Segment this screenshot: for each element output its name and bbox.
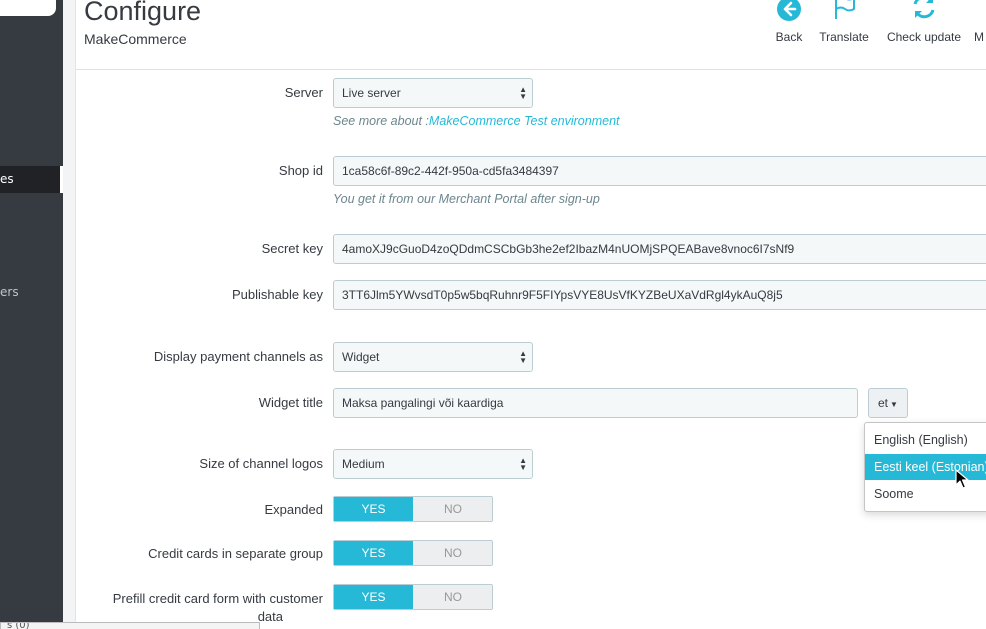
sidebar-item-label: es xyxy=(0,172,14,186)
prefill-label-line1: Prefill credit card form with customer xyxy=(112,591,323,606)
language-option-english[interactable]: English (English) xyxy=(865,427,986,453)
flag-icon xyxy=(835,0,855,19)
logo-size-label: Size of channel logos xyxy=(199,456,323,471)
shop-id-help: You get it from our Merchant Portal afte… xyxy=(333,192,600,206)
prefill-toggle[interactable]: YES NO xyxy=(333,584,493,610)
server-select-value: Live server xyxy=(342,86,401,100)
logo-size-value: Medium xyxy=(342,457,385,471)
widget-title-input[interactable]: Maksa pangalingi või kaardiga xyxy=(333,388,858,418)
expanded-label: Expanded xyxy=(264,502,323,517)
credit-cards-group-no-option[interactable]: NO xyxy=(414,541,492,565)
back-arrow-icon xyxy=(777,0,801,21)
shop-id-input[interactable]: 1ca58c6f-89c2-442f-950a-cd5fa3484397 xyxy=(333,156,986,186)
expanded-yes-option[interactable]: YES xyxy=(334,497,413,521)
sidebar: es ers xyxy=(0,0,63,629)
display-channels-value: Widget xyxy=(342,350,380,364)
expanded-no-option[interactable]: NO xyxy=(414,497,492,521)
page-subtitle: MakeCommerce xyxy=(84,31,187,47)
logo xyxy=(0,0,56,16)
shop-id-label: Shop id xyxy=(278,163,323,178)
language-dropdown-button[interactable]: et ▼ xyxy=(868,388,908,418)
widget-title-label: Widget title xyxy=(258,395,323,410)
server-label: Server xyxy=(284,85,323,100)
select-caret-icon: ▲ ▼ xyxy=(519,456,527,472)
back-button-label: Back xyxy=(775,30,803,44)
select-caret-icon: ▲ ▼ xyxy=(519,349,527,365)
logo-size-select[interactable]: Medium ▲ ▼ xyxy=(333,449,533,479)
refresh-icon xyxy=(913,0,935,19)
back-button[interactable]: Back xyxy=(769,0,809,50)
server-help: See more about :MakeCommerce Test enviro… xyxy=(333,114,620,128)
publishable-key-input[interactable]: 3TT6Jlm5YWvsdT0p5w5bqRuhnr9F5FIYpsVYE8Us… xyxy=(333,280,986,310)
more-toolbar-label: M xyxy=(974,30,984,44)
check-update-button[interactable]: Check update xyxy=(882,0,966,50)
bottom-status-bar: s (0) xyxy=(0,622,260,629)
prefill-yes-option[interactable]: YES xyxy=(334,585,413,609)
mouse-cursor-icon xyxy=(955,469,969,489)
server-help-text: See more about : xyxy=(333,114,429,128)
page-title: Configure xyxy=(84,0,202,26)
more-toolbar-button[interactable]: M xyxy=(974,0,986,50)
secret-key-input[interactable]: 4amoXJ9cGuoD4zoQDdmCSCbGb3he2ef2IbazM4nU… xyxy=(333,234,986,264)
test-environment-link[interactable]: MakeCommerce Test environment xyxy=(429,114,620,128)
publishable-key-label: Publishable key xyxy=(231,287,323,302)
credit-cards-group-yes-option[interactable]: YES xyxy=(334,541,413,565)
prefill-label-line2: data xyxy=(257,609,283,624)
display-channels-label: Display payment channels as xyxy=(153,349,323,364)
expanded-toggle[interactable]: YES NO xyxy=(333,496,493,522)
prefill-label: Prefill credit card form with customer d… xyxy=(113,590,323,626)
server-select[interactable]: Live server ▲ ▼ xyxy=(333,78,533,108)
check-update-button-label: Check update xyxy=(886,30,962,44)
caret-down-icon: ▼ xyxy=(890,400,898,409)
sidebar-divider xyxy=(63,0,76,629)
translate-button[interactable]: Translate xyxy=(814,0,874,50)
sidebar-item-active[interactable]: es xyxy=(0,166,63,193)
prefill-no-option[interactable]: NO xyxy=(414,585,492,609)
select-caret-icon: ▲ ▼ xyxy=(519,85,527,101)
page-header: Configure MakeCommerce Back Translate Ch… xyxy=(76,0,986,70)
secret-key-label: Secret key xyxy=(261,241,323,256)
language-code: et xyxy=(878,396,889,410)
credit-cards-group-toggle[interactable]: YES NO xyxy=(333,540,493,566)
display-channels-select[interactable]: Widget ▲ ▼ xyxy=(333,342,533,372)
language-menu: English (English) Eesti keel (Estonian) … xyxy=(864,422,986,512)
translate-button-label: Translate xyxy=(819,30,869,44)
sidebar-item-customers[interactable]: ers xyxy=(0,285,19,299)
credit-cards-group-label: Credit cards in separate group xyxy=(148,546,323,561)
